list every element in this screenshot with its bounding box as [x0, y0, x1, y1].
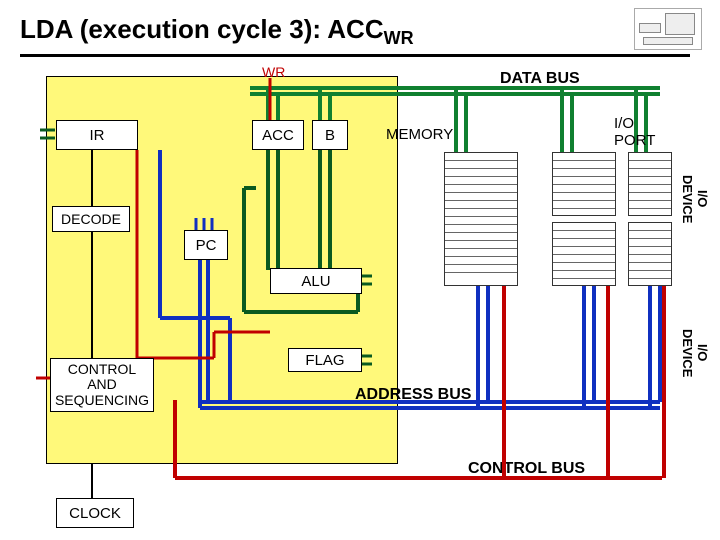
data-bus-label: DATA BUS — [500, 70, 580, 88]
memory-stack — [444, 152, 518, 286]
memory-label: MEMORY — [386, 126, 453, 143]
ioport-label: I/O PORT — [614, 116, 655, 149]
address-bus-label: ADDRESS BUS — [355, 386, 471, 404]
title-main: LDA (execution cycle 3): ACC — [20, 14, 384, 44]
clock-block: CLOCK — [56, 498, 134, 528]
io-device-label-2: I/O DEVICE — [680, 318, 710, 388]
control-block: CONTROL AND SEQUENCING — [50, 358, 154, 412]
thumbnail-icon — [634, 8, 702, 50]
title-sub: WR — [384, 28, 414, 48]
alu-block: ALU — [270, 268, 362, 294]
pc-block: PC — [184, 230, 228, 260]
control-bus-label: CONTROL BUS — [468, 460, 585, 478]
divider — [20, 54, 690, 57]
acc-block: ACC — [252, 120, 304, 150]
decode-block: DECODE — [52, 206, 130, 232]
io-device-label-1: I/O DEVICE — [680, 164, 710, 234]
ir-block: IR — [56, 120, 138, 150]
flag-block: FLAG — [288, 348, 362, 372]
b-block: B — [312, 120, 348, 150]
wr-signal-label: WR — [262, 64, 285, 80]
page-title: LDA (execution cycle 3): ACCWR — [20, 14, 414, 49]
ioport-stack-3 — [552, 222, 616, 286]
ioport-stack-1 — [552, 152, 616, 216]
ioport-stack-4 — [628, 222, 672, 286]
ioport-stack-2 — [628, 152, 672, 216]
